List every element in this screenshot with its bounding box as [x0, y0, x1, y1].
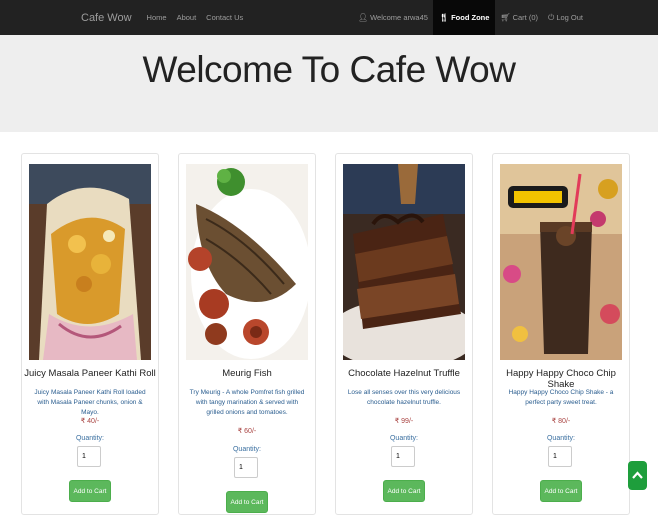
kathi-roll-photo	[29, 164, 151, 360]
nav-home[interactable]: Home	[142, 13, 172, 22]
cutlery-icon: 🍴︎	[438, 13, 450, 22]
user-icon: 👤︎	[357, 13, 369, 22]
product-description: Happy Happy Choco Chip Shake - a perfect…	[508, 389, 614, 406]
nav-cart-label: Cart (0)	[512, 13, 538, 22]
hero-jumbotron: Welcome To Cafe Wow	[0, 35, 658, 132]
page-title: Welcome To Cafe Wow	[142, 49, 516, 90]
nav-contact[interactable]: Contact Us	[201, 13, 248, 22]
nav-food-zone[interactable]: 🍴︎ Food Zone	[432, 0, 496, 35]
quantity-label: Quantity:	[232, 446, 261, 453]
quantity-input[interactable]	[77, 446, 101, 467]
product-description: Lose all senses over this very delicious…	[347, 389, 461, 406]
product-card: Juicy Masala Paneer Kathi Roll Juicy Mas…	[21, 153, 159, 515]
product-image-meurig-fish[interactable]	[186, 164, 308, 360]
brand-link[interactable]: Cafe Wow	[74, 12, 132, 24]
quantity-input[interactable]	[234, 457, 258, 478]
nav-logout-label: Log Out	[556, 13, 583, 22]
logout-icon: ⏻	[547, 12, 555, 22]
nav-about[interactable]: About	[172, 13, 202, 22]
product-price: ₹ 80/-	[551, 418, 571, 425]
product-card: Chocolate Hazelnut Truffle Lose all sens…	[335, 153, 473, 515]
quantity-label: Quantity:	[546, 435, 575, 442]
product-image-choco-shake[interactable]	[500, 164, 622, 360]
add-to-cart-button[interactable]: Add to Cart	[540, 480, 582, 502]
add-to-cart-button[interactable]: Add to Cart	[383, 480, 425, 502]
product-description: Juicy Masala Paneer Kathi Roll loaded wi…	[34, 389, 146, 416]
add-to-cart-button[interactable]: Add to Cart	[69, 480, 111, 502]
product-card: Happy Happy Choco Chip Shake Happy Happy…	[492, 153, 630, 515]
truffle-photo	[343, 164, 465, 360]
product-price: ₹ 40/-	[80, 418, 100, 425]
shake-photo	[500, 164, 622, 360]
nav-logout[interactable]: ⏻ Log Out	[543, 0, 588, 35]
cart-icon: 🛒︎	[500, 13, 511, 22]
nav-welcome[interactable]: 👤︎ Welcome arwa45	[353, 0, 433, 35]
quantity-label: Quantity:	[389, 435, 418, 442]
quantity-input[interactable]	[548, 446, 572, 467]
nav-welcome-label: Welcome arwa45	[370, 13, 428, 22]
product-title: Juicy Masala Paneer Kathi Roll	[24, 368, 156, 379]
scroll-to-top-button[interactable]	[628, 461, 647, 490]
product-image-chocolate-truffle[interactable]	[343, 164, 465, 360]
product-price: ₹ 99/-	[394, 418, 414, 425]
add-to-cart-button[interactable]: Add to Cart	[226, 491, 268, 513]
product-description: Try Meurig - A whole Pomfret fish grille…	[189, 389, 305, 416]
fish-photo	[186, 164, 308, 360]
product-price: ₹ 60/-	[237, 428, 257, 435]
nav-food-zone-label: Food Zone	[451, 13, 490, 22]
chevron-up-icon	[632, 471, 643, 479]
nav-cart[interactable]: 🛒︎ Cart (0)	[495, 0, 543, 35]
product-image-kathi-roll[interactable]	[29, 164, 151, 360]
product-title: Meurig Fish	[222, 368, 272, 379]
quantity-label: Quantity:	[75, 435, 104, 442]
quantity-input[interactable]	[391, 446, 415, 467]
product-title: Happy Happy Choco Chip Shake	[506, 368, 616, 390]
product-title: Chocolate Hazelnut Truffle	[348, 368, 460, 379]
product-card: Meurig Fish Try Meurig - A whole Pomfret…	[178, 153, 316, 515]
navbar: Cafe Wow Home About Contact Us 👤︎ Welcom…	[0, 0, 658, 35]
